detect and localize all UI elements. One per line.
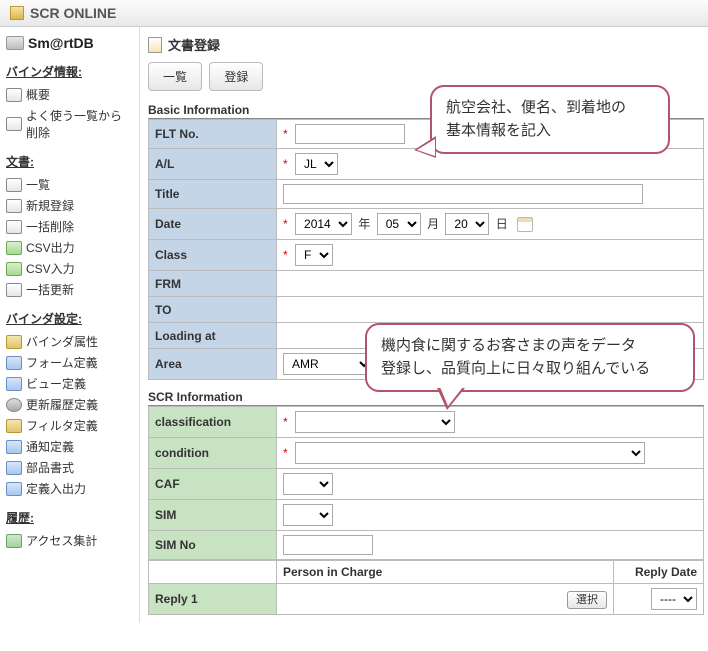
flt-no-input[interactable] [295,124,405,144]
label-sim-no: SIM No [149,531,277,560]
condition-select[interactable] [295,442,645,464]
nav-bulk-update[interactable]: 一括更新 [6,279,133,300]
required-mark: * [283,127,288,141]
nav-hist-def[interactable]: 更新履歴定義 [6,394,133,415]
nav-csv-in[interactable]: CSV入力 [6,258,133,279]
class-select[interactable]: F [295,244,333,266]
form-icon [6,356,22,370]
reply-corner [149,561,277,584]
scr-table: classification * condition * CAF SIM SIM… [148,406,704,560]
nav-overview[interactable]: 概要 [6,84,133,105]
al-select[interactable]: JL [295,153,338,175]
day-select[interactable]: 20 [445,213,489,235]
nav-csv-out[interactable]: CSV出力 [6,237,133,258]
label-title: Title [149,180,277,209]
label-classification: classification [149,407,277,438]
app-header: SCR ONLINE [0,0,708,27]
label-sim: SIM [149,500,277,531]
delete-icon [6,220,22,234]
label-flt-no: FLT No. [149,120,277,149]
to-cell [277,297,704,323]
io-icon [6,482,22,496]
area-select[interactable]: AMR [283,353,373,375]
csv-in-icon [6,262,22,276]
person-header: Person in Charge [277,561,614,584]
year-select[interactable]: 2014 [295,213,352,235]
callout-voc: 機内食に関するお客さまの声をデータ 登録し、品質向上に日々取り組んでいる [365,323,695,392]
paper-icon [6,88,22,102]
select-person-button[interactable]: 選択 [567,591,607,609]
view-icon [6,377,22,391]
chart-icon [6,534,22,548]
label-al: A/L [149,149,277,180]
filter-icon [6,419,22,433]
csv-out-icon [6,241,22,255]
reply-date-header: Reply Date [614,561,704,584]
reply1-label: Reply 1 [149,584,277,615]
nav-filter-def[interactable]: フィルタ定義 [6,415,133,436]
nav-notify-def[interactable]: 通知定義 [6,436,133,457]
register-button[interactable]: 登録 [209,62,263,91]
nav-heading-binder-info: バインダ情報: [6,63,133,80]
nav-view-def[interactable]: ビュー定義 [6,373,133,394]
nav-attr[interactable]: バインダ属性 [6,331,133,352]
callout-tail-icon [414,136,436,158]
nav-form-def[interactable]: フォーム定義 [6,352,133,373]
part-icon [6,461,22,475]
callout-basic-info: 航空会社、便名、到着地の 基本情報を記入 [430,85,670,154]
doc-icon [148,37,162,53]
reply-table: Person in Charge Reply Date Reply 1 選択 -… [148,560,704,615]
app-icon [10,6,24,20]
sim-select[interactable] [283,504,333,526]
new-icon [6,199,22,213]
month-select[interactable]: 05 [377,213,421,235]
nav-heading-docs: 文書: [6,153,133,170]
update-icon [6,283,22,297]
nav-def-io[interactable]: 定義入出力 [6,478,133,499]
gear-icon [6,398,22,412]
calendar-icon[interactable] [517,217,533,232]
main: 文書登録 一覧 登録 Basic Information FLT No. * A… [140,27,708,623]
nav-new[interactable]: 新規登録 [6,195,133,216]
paper-icon [6,117,22,131]
label-to: TO [149,297,277,323]
nav-heading-history: 履歴: [6,509,133,526]
sidebar: Sm@rtDB バインダ情報: 概要 よく使う一覧から削除 文書: 一覧 新規登… [0,27,140,623]
title-input[interactable] [283,184,643,204]
label-date: Date [149,209,277,240]
page-title: 文書登録 [148,35,704,54]
label-caf: CAF [149,469,277,500]
nav-access-agg[interactable]: アクセス集計 [6,530,133,551]
list-button[interactable]: 一覧 [148,62,202,91]
nav-part-fmt[interactable]: 部品書式 [6,457,133,478]
list-icon [6,178,22,192]
nav-bulk-delete[interactable]: 一括削除 [6,216,133,237]
nav-del-from-recent[interactable]: よく使う一覧から削除 [6,105,133,143]
nav-list[interactable]: 一覧 [6,174,133,195]
brand-icon [6,36,24,50]
frm-cell [277,271,704,297]
caf-select[interactable] [283,473,333,495]
reply-date-select[interactable]: ---- [651,588,697,610]
brand: Sm@rtDB [6,35,133,51]
callout-tail-icon [437,388,465,410]
classification-select[interactable] [295,411,455,433]
scr-section-title: SCR Information [148,390,704,406]
label-frm: FRM [149,271,277,297]
wrench-icon [6,335,22,349]
nav-heading-binder-settings: バインダ設定: [6,310,133,327]
app-title: SCR ONLINE [30,5,116,21]
label-class: Class [149,240,277,271]
label-condition: condition [149,438,277,469]
label-area: Area [149,349,277,380]
brand-label: Sm@rtDB [28,35,94,51]
sim-no-input[interactable] [283,535,373,555]
label-loading: Loading at [149,323,277,349]
notify-icon [6,440,22,454]
